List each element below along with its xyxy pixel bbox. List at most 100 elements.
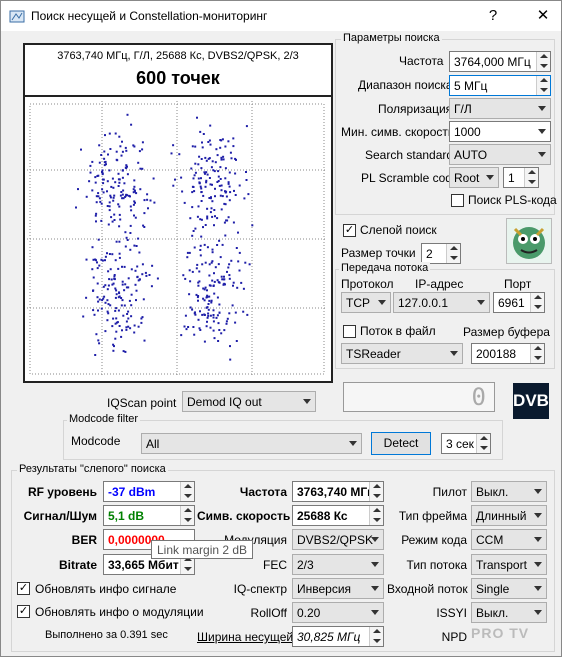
constellation-dot <box>133 324 136 327</box>
ip-select[interactable]: 127.0.0.1 <box>393 292 490 313</box>
pls-code-input[interactable]: 1 <box>503 167 539 188</box>
rolloff-select[interactable]: 0.20 <box>292 602 384 623</box>
frame-select[interactable]: Длинный <box>471 505 547 526</box>
constellation-dot <box>112 196 115 199</box>
interval-spinner[interactable] <box>476 434 490 453</box>
freq-input[interactable]: 3764,000 МГц <box>449 51 551 72</box>
constellation-dot <box>127 325 130 328</box>
chevron-down-icon <box>538 106 546 111</box>
constellation-dot <box>106 205 109 207</box>
constellation-dot <box>194 227 197 230</box>
search-params-title: Параметры поиска <box>341 32 442 44</box>
pol-select[interactable]: Г/Л <box>449 98 551 119</box>
constellation-dot <box>118 225 121 228</box>
help-button[interactable]: ? <box>479 5 507 27</box>
bitrate-label: Bitrate <box>58 558 97 572</box>
constellation-dot <box>226 270 228 273</box>
constellation-dot <box>124 283 127 286</box>
constellation-dot <box>221 195 224 198</box>
issyi-select[interactable]: Выкл. <box>471 602 547 623</box>
constellation-dot <box>228 185 231 188</box>
iqscan-label: IQScan point <box>107 396 177 410</box>
pilot-select[interactable]: Выкл. <box>471 481 547 502</box>
instream-select[interactable]: Single <box>471 578 547 599</box>
constellation-dot <box>197 205 200 208</box>
constellation-dot <box>141 141 144 144</box>
freq-spinner[interactable] <box>536 52 550 71</box>
constellation-dot <box>235 247 238 249</box>
close-button[interactable]: ✕ <box>529 5 557 27</box>
constellation-dot <box>109 304 112 307</box>
rf-spinner[interactable] <box>180 482 194 501</box>
update-signal-checkbox[interactable]: ✓ <box>17 582 30 595</box>
interval-input[interactable]: 3 сек <box>441 433 491 454</box>
constellation-dot <box>137 237 140 240</box>
constellation-dot <box>111 177 114 180</box>
pls-mode-select[interactable]: Root <box>449 167 499 188</box>
constellation-dot <box>229 191 232 194</box>
constellation-dot <box>220 208 223 211</box>
constellation-dot <box>208 139 211 142</box>
constellation-dot <box>126 165 128 168</box>
constellation-dot <box>200 191 203 194</box>
constellation-dot <box>142 298 145 301</box>
update-mod-checkbox[interactable]: ✓ <box>17 605 30 618</box>
constellation-dot <box>172 184 175 187</box>
constellation-dot <box>235 158 237 161</box>
constellation-dot <box>121 150 124 153</box>
constellation-dot <box>181 190 184 193</box>
constellation-dot <box>219 178 222 180</box>
buffer-input[interactable]: 200188 <box>471 343 545 364</box>
to-file-checkbox[interactable] <box>343 325 356 338</box>
dot-size-input[interactable]: 2 <box>421 243 461 264</box>
constellation-dot <box>213 170 216 173</box>
iqspec-select[interactable]: Инверсия <box>292 578 384 599</box>
mascot-icon[interactable] <box>506 218 552 264</box>
modcode-select[interactable]: All <box>141 433 362 454</box>
reader-select[interactable]: TSReader <box>341 343 463 364</box>
buffer-spinner[interactable] <box>530 344 544 363</box>
bw-label[interactable]: Ширина несущей <box>197 630 293 644</box>
iqscan-select[interactable]: Demod IQ out <box>182 391 316 412</box>
constellation-dot <box>110 216 113 219</box>
constellation-dot <box>172 144 175 147</box>
constellation-dot <box>122 314 125 317</box>
minsym-label: Мин. симв. скорость <box>341 125 455 139</box>
chevron-down-icon <box>534 513 542 518</box>
dot-size-spinner[interactable] <box>446 244 460 263</box>
fec-select[interactable]: 2/3 <box>292 554 384 575</box>
minsym-select[interactable]: 1000 <box>449 121 551 142</box>
constellation-dot <box>120 304 123 307</box>
port-spinner[interactable] <box>530 293 544 312</box>
range-input[interactable]: 5 МГц <box>449 75 551 96</box>
std-select[interactable]: AUTO <box>449 144 551 165</box>
constellation-dot <box>232 284 234 287</box>
res-freq-spinner[interactable] <box>369 482 383 501</box>
constellation-dot <box>150 285 153 288</box>
mod-select[interactable]: DVBS2/QPSK <box>292 529 384 550</box>
range-spinner[interactable] <box>536 76 550 95</box>
constellation-dot <box>199 310 201 313</box>
constellation-dot <box>200 158 203 160</box>
pls-spinner[interactable] <box>524 168 538 187</box>
snr-spinner[interactable] <box>180 506 194 525</box>
chevron-down-icon <box>371 610 379 615</box>
res-sym-spinner[interactable] <box>369 506 383 525</box>
detect-button[interactable]: Detect <box>371 432 431 455</box>
constellation-dot <box>203 243 206 246</box>
ber-label: BER <box>71 533 97 547</box>
port-input[interactable]: 6961 <box>493 292 545 313</box>
bw-spinner[interactable] <box>369 627 383 646</box>
constellation-dot <box>227 266 230 269</box>
constellation-dot <box>216 314 219 317</box>
proto-select[interactable]: TCP <box>341 292 391 313</box>
blind-search-checkbox[interactable]: ✓ <box>343 224 356 237</box>
constellation-dot <box>194 145 197 148</box>
constellation-dot <box>189 217 192 220</box>
stype-select[interactable]: Transport <box>471 554 547 575</box>
pls-search-checkbox[interactable] <box>451 194 464 207</box>
constellation-dot <box>125 286 128 289</box>
constellation-dot <box>118 256 121 259</box>
mode-select[interactable]: CCM <box>471 529 547 550</box>
constellation-dot <box>98 342 101 345</box>
